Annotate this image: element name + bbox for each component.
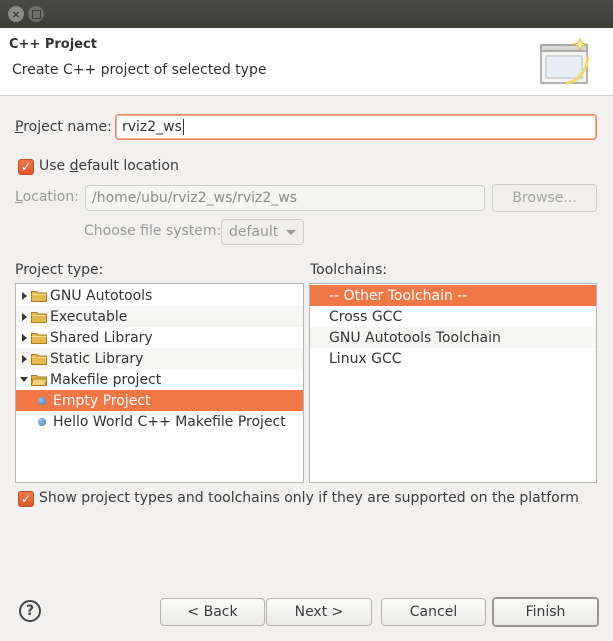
folder-open-icon <box>31 374 47 386</box>
folder-icon <box>31 332 47 344</box>
toolchain-item-cross-gcc[interactable]: Cross GCC <box>310 306 596 327</box>
project-type-icon <box>38 396 46 405</box>
next-button[interactable]: Next > <box>266 598 372 626</box>
help-icon: ? <box>25 603 35 619</box>
window-titlebar: × <box>0 0 613 28</box>
finish-button[interactable]: Finish <box>492 597 599 627</box>
browse-button[interactable]: Browse... <box>492 184 597 212</box>
tree-item-executable[interactable]: Executable <box>16 306 303 327</box>
folder-icon <box>31 311 47 323</box>
toolchain-item-gnu-autotools[interactable]: GNU Autotools Toolchain <box>310 327 596 348</box>
expand-icon[interactable] <box>19 312 29 321</box>
project-type-tree[interactable]: GNU Autotools Executable Shared Library … <box>15 283 304 483</box>
file-system-select[interactable]: default <box>221 219 304 245</box>
folder-icon <box>31 290 47 302</box>
tree-item-empty-project[interactable]: Empty Project <box>16 390 303 411</box>
collapse-icon[interactable] <box>19 377 29 382</box>
toolchains-label: Toolchains: <box>310 262 388 278</box>
show-supported-only-checkbox[interactable]: ✓ <box>18 491 34 507</box>
tree-item-static-library[interactable]: Static Library <box>16 348 303 369</box>
project-name-label: Project name: <box>15 119 112 135</box>
wizard-header: C++ Project Create C++ project of select… <box>0 28 613 96</box>
back-button[interactable]: < Back <box>160 598 265 626</box>
wizard-banner-icon <box>540 37 590 85</box>
expand-icon[interactable] <box>19 354 29 363</box>
tree-item-hello-world-makefile[interactable]: Hello World C++ Makefile Project <box>16 411 303 432</box>
close-icon: × <box>11 7 21 21</box>
use-default-location-checkbox[interactable]: ✓ <box>18 159 34 175</box>
location-input[interactable]: /home/ubu/rviz2_ws/rviz2_ws <box>85 185 485 211</box>
tree-item-gnu-autotools[interactable]: GNU Autotools <box>16 285 303 306</box>
page-description: Create C++ project of selected type <box>12 62 267 78</box>
tree-item-makefile-project[interactable]: Makefile project <box>16 369 303 390</box>
folder-icon <box>31 353 47 365</box>
page-title: C++ Project <box>9 37 97 52</box>
project-type-icon <box>38 417 46 426</box>
tree-item-shared-library[interactable]: Shared Library <box>16 327 303 348</box>
chevron-down-icon <box>286 229 297 235</box>
expand-icon[interactable] <box>19 333 29 342</box>
toolchain-item-linux-gcc[interactable]: Linux GCC <box>310 348 596 369</box>
cancel-button[interactable]: Cancel <box>381 598 486 626</box>
toolchains-list[interactable]: -- Other Toolchain -- Cross GCC GNU Auto… <box>309 283 597 483</box>
show-supported-only-label: Show project types and toolchains only i… <box>39 490 579 506</box>
help-button[interactable]: ? <box>19 600 41 622</box>
close-window-button[interactable]: × <box>8 6 24 22</box>
project-type-label: Project type: <box>15 262 104 278</box>
toolchain-item-other[interactable]: -- Other Toolchain -- <box>310 285 596 306</box>
expand-icon[interactable] <box>19 291 29 300</box>
project-name-input[interactable]: rviz2_ws <box>115 114 597 140</box>
file-system-label: Choose file system: <box>84 223 222 239</box>
maximize-window-button[interactable] <box>28 6 44 22</box>
location-label: Location: <box>15 189 79 205</box>
use-default-location-label: Use default location <box>39 158 179 174</box>
